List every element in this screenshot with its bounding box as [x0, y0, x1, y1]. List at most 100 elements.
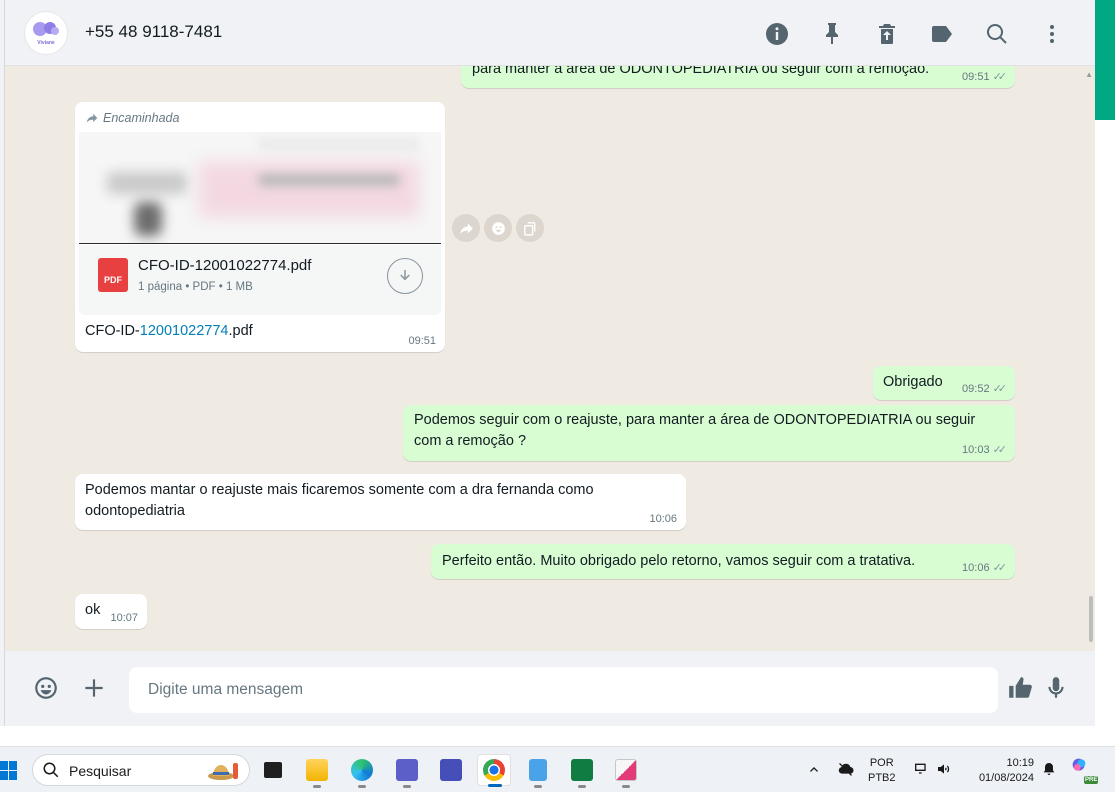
window-right-edge [1095, 120, 1115, 726]
pin-icon [825, 22, 838, 44]
search-icon [986, 23, 1007, 44]
document-caption: CFO-ID-12001022774.pdf [85, 323, 253, 339]
excel-icon [571, 759, 593, 781]
chat-scrollbar[interactable]: ▲ [1085, 66, 1095, 651]
message-time: 09:52 [962, 382, 990, 395]
message-incoming-document[interactable]: Encaminhada PDF CFO-ID-12001022774.pdf 1… [75, 102, 445, 352]
search-label: Pesquisar [69, 763, 132, 779]
scroll-up-arrow-icon[interactable]: ▲ [1085, 70, 1093, 79]
notifications-bell-icon[interactable] [1041, 761, 1059, 779]
pin-chat-button[interactable] [816, 18, 847, 49]
windows-taskbar: Pesquisar POR PTB2 10:19 01/08/2024 PRE [0, 746, 1115, 792]
input-language-indicator[interactable]: POR PTB2 [868, 756, 896, 786]
taskbar-chrome[interactable] [477, 754, 511, 787]
document-file-meta: 1 página • PDF • 1 MB [138, 281, 253, 293]
message-time: 09:51 [408, 335, 436, 347]
pdf-file-icon: PDF [98, 258, 128, 292]
download-button[interactable] [387, 258, 423, 294]
edge-browser-icon [351, 759, 373, 781]
delete-chat-button[interactable] [871, 18, 902, 49]
message-outgoing[interactable]: para manter a área de ODONTOPEDIATRIA ou… [461, 66, 1015, 88]
taskbar-teams[interactable] [390, 754, 424, 788]
search-chat-button[interactable] [981, 18, 1012, 49]
message-incoming[interactable]: Podemos mantar o reajuste mais ficaremos… [75, 474, 686, 530]
read-receipt-icon: ✓✓ [992, 71, 1008, 83]
message-meta: 10:06 [649, 513, 677, 525]
taskbar-notepad[interactable] [521, 754, 555, 788]
label-chat-button[interactable] [926, 18, 957, 49]
message-outgoing[interactable]: Obrigado 09:52 ✓✓ [873, 366, 1015, 400]
scrollbar-thumb[interactable] [1089, 596, 1093, 642]
menu-button[interactable] [1036, 18, 1067, 49]
notepad-icon [529, 759, 547, 781]
search-icon [42, 761, 62, 781]
message-meta: 09:51 [408, 335, 436, 347]
react-button[interactable] [484, 214, 512, 242]
window-right-edge-accent [1095, 0, 1115, 120]
read-receipt-icon: ✓✓ [992, 444, 1008, 456]
emoji-button[interactable] [31, 673, 61, 703]
taskbar-snipping-tool[interactable] [609, 754, 643, 788]
taskbar-search[interactable]: Pesquisar [32, 754, 250, 786]
volume-icon[interactable] [936, 761, 954, 779]
kebab-menu-icon [1049, 24, 1054, 43]
clock-date: 01/08/2024 [978, 772, 1034, 784]
taskbar-file-explorer[interactable] [300, 754, 334, 788]
teams-new-icon [440, 759, 462, 781]
desktop-gap [0, 726, 1115, 746]
voice-message-button[interactable] [1041, 673, 1071, 703]
contact-info-button[interactable] [761, 18, 792, 49]
forward-message-button[interactable] [452, 214, 480, 242]
message-outgoing[interactable]: Podemos seguir com o reajuste, para mant… [403, 405, 1015, 461]
avatar-text-name: Viviane [37, 40, 55, 46]
copy-button[interactable] [516, 214, 544, 242]
message-meta: 09:52 ✓✓ [962, 382, 1007, 396]
task-view-icon [264, 762, 282, 778]
thumbs-up-icon [1009, 677, 1032, 698]
message-text: ok [85, 602, 101, 618]
download-icon [400, 270, 410, 281]
plus-icon [85, 679, 103, 697]
like-button[interactable] [1005, 673, 1035, 703]
trash-icon [878, 23, 895, 44]
snipping-tool-icon [615, 759, 637, 781]
document-file-name: CFO-ID-12001022774.pdf [138, 257, 312, 274]
taskbar-edge[interactable] [345, 754, 379, 788]
composer-bar [5, 651, 1095, 726]
system-clock[interactable]: 10:19 01/08/2024 [966, 756, 1034, 786]
contact-avatar[interactable]: Viviane [24, 11, 68, 55]
forwarded-label: Encaminhada [85, 111, 179, 125]
taskbar-teams-new[interactable] [434, 754, 468, 786]
message-input[interactable] [129, 667, 998, 713]
message-time: 10:06 [962, 561, 990, 574]
message-outgoing[interactable]: Perfeito então. Muito obrigado pelo reto… [431, 544, 1015, 579]
start-button[interactable] [0, 759, 18, 781]
forward-arrow-icon [86, 113, 98, 123]
keyboard-layout: PTB2 [868, 772, 896, 784]
avatar-logo: Viviane [31, 20, 61, 46]
network-icon[interactable] [913, 761, 931, 779]
taskbar-task-view[interactable] [256, 754, 290, 786]
teams-icon [396, 759, 418, 781]
onedrive-offline-icon[interactable] [838, 761, 856, 779]
whatsapp-window: Viviane +55 48 9118-7481 para manter a á… [5, 0, 1095, 726]
forwarded-text: Encaminhada [103, 111, 180, 125]
caption-phone-link[interactable]: 12001022774 [140, 323, 229, 339]
contact-name[interactable]: +55 48 9118-7481 [85, 22, 222, 42]
tray-overflow-chevron-icon[interactable] [806, 761, 824, 779]
microphone-icon [1048, 677, 1064, 698]
message-text: Perfeito então. Muito obrigado pelo reto… [442, 553, 916, 569]
message-meta: 10:03 ✓✓ [962, 443, 1008, 457]
document-file-row[interactable]: PDF CFO-ID-12001022774.pdf 1 página • PD… [79, 245, 441, 315]
copy-icon [523, 221, 535, 236]
copilot-preview-badge: PRE [1084, 776, 1099, 784]
read-receipt-icon: ✓✓ [992, 562, 1008, 574]
message-list[interactable]: para manter a área de ODONTOPEDIATRIA ou… [5, 66, 1095, 651]
taskbar-excel[interactable] [565, 754, 599, 788]
document-preview-thumbnail[interactable] [79, 132, 441, 244]
message-incoming[interactable]: ok 10:07 [75, 594, 147, 629]
tag-icon [931, 25, 952, 42]
attach-button[interactable] [79, 673, 109, 703]
message-time: 10:06 [649, 513, 677, 525]
message-meta: 10:07 [110, 612, 138, 624]
